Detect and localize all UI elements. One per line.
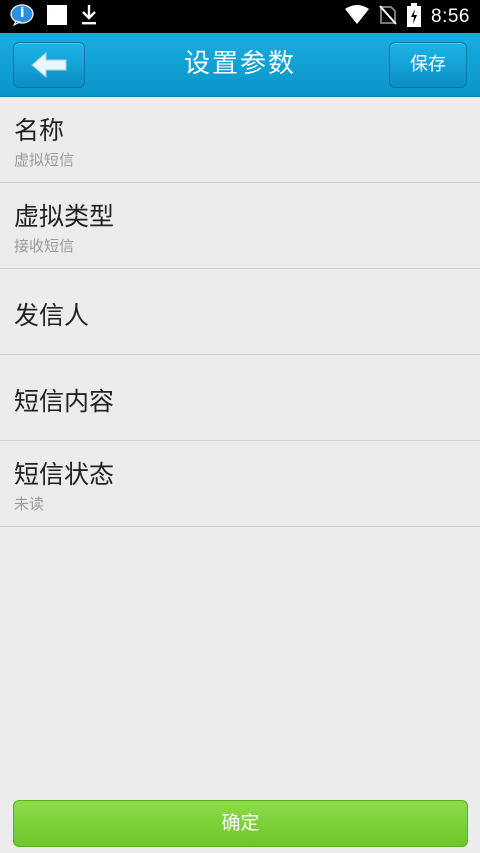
battery-charging-icon: [407, 3, 422, 31]
setting-sender[interactable]: 发信人: [0, 269, 480, 355]
setting-value: 接收短信: [14, 237, 75, 255]
setting-label: 短信状态: [14, 460, 115, 489]
setting-label: 虚拟类型: [14, 202, 115, 231]
setting-virtual-type[interactable]: 虚拟类型 接收短信: [0, 183, 480, 269]
back-button[interactable]: [13, 42, 85, 88]
setting-label: 名称: [14, 116, 65, 145]
download-icon: [80, 4, 98, 30]
status-bar: 8:56: [0, 0, 480, 33]
setting-value: 未读: [14, 495, 45, 513]
page-title: 设置参数: [183, 49, 296, 79]
save-button[interactable]: 保存: [389, 42, 467, 88]
chat-bubble-icon: [10, 4, 34, 30]
no-sim-icon: [379, 5, 397, 29]
setting-sms-status[interactable]: 短信状态 未读: [0, 441, 480, 527]
setting-name[interactable]: 名称 虚拟短信: [0, 97, 480, 183]
status-bar-system: 8:56: [345, 3, 470, 31]
setting-label: 发信人: [14, 301, 90, 330]
settings-list: 名称 虚拟短信 虚拟类型 接收短信 发信人 短信内容 短信状态 未读: [0, 97, 480, 527]
white-square-icon: [46, 4, 68, 30]
back-arrow-icon: [31, 51, 67, 79]
status-bar-notifications: [10, 4, 98, 30]
setting-value: 虚拟短信: [14, 151, 75, 169]
confirm-button[interactable]: 确定: [13, 800, 468, 847]
status-time: 8:56: [431, 6, 470, 27]
app-header: 设置参数 保存: [0, 33, 480, 97]
wifi-icon: [345, 5, 370, 29]
setting-label: 短信内容: [14, 387, 115, 416]
setting-sms-content[interactable]: 短信内容: [0, 355, 480, 441]
